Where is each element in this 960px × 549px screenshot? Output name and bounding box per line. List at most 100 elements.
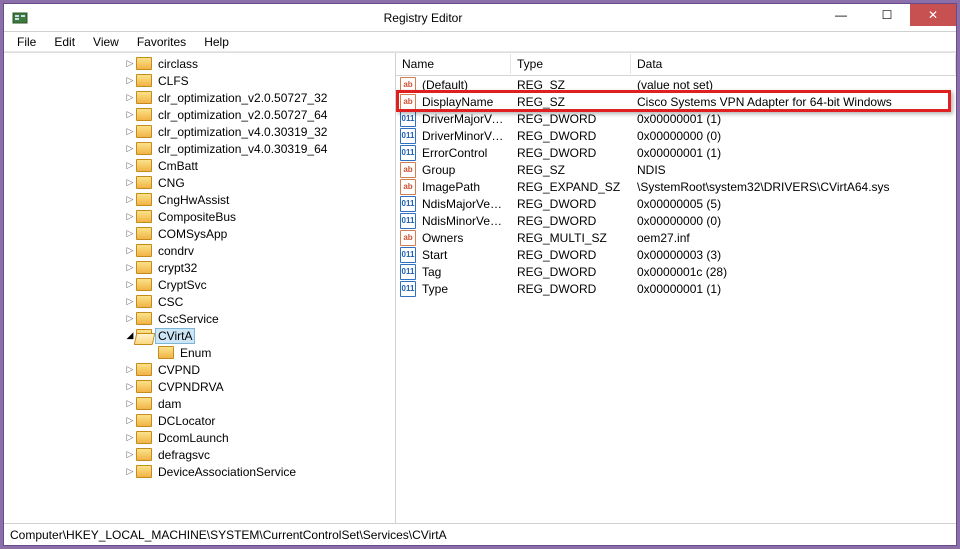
menu-view[interactable]: View bbox=[86, 33, 126, 51]
tree-label: dam bbox=[155, 397, 184, 411]
column-data[interactable]: Data bbox=[631, 54, 956, 74]
tree-item[interactable]: ▷ CVPNDRVA bbox=[6, 378, 393, 395]
tree-item[interactable]: ▷ DcomLaunch bbox=[6, 429, 393, 446]
menu-favorites[interactable]: Favorites bbox=[130, 33, 193, 51]
tree-item[interactable]: ▷clr_optimization_v2.0.50727_32 bbox=[6, 89, 393, 106]
tree-item[interactable]: ▷CmBatt bbox=[6, 157, 393, 174]
value-type: REG_SZ bbox=[511, 95, 631, 109]
titlebar[interactable]: Registry Editor — ☐ ✕ bbox=[4, 4, 956, 32]
tree-item[interactable]: ◢CVirtA bbox=[6, 327, 393, 344]
tree-item[interactable]: ▷condrv bbox=[6, 242, 393, 259]
app-icon bbox=[12, 10, 28, 26]
tree-label: CryptSvc bbox=[155, 278, 210, 292]
tree-item[interactable]: ▷CNG bbox=[6, 174, 393, 191]
value-name: ErrorControl bbox=[416, 146, 511, 160]
column-type[interactable]: Type bbox=[511, 54, 631, 74]
value-name: (Default) bbox=[416, 78, 511, 92]
expand-icon[interactable]: ▷ bbox=[124, 194, 136, 205]
expand-icon[interactable]: ▷ bbox=[124, 381, 136, 392]
expand-icon[interactable]: ▷ bbox=[124, 415, 136, 426]
value-name: Start bbox=[416, 248, 511, 262]
expand-icon[interactable]: ▷ bbox=[124, 160, 136, 171]
value-type: REG_DWORD bbox=[511, 265, 631, 279]
tree-label: CVPNDRVA bbox=[155, 380, 227, 394]
expand-icon[interactable]: ▷ bbox=[124, 92, 136, 103]
tree-item[interactable]: ▷ dam bbox=[6, 395, 393, 412]
registry-value-row[interactable]: abDisplayNameREG_SZCisco Systems VPN Ada… bbox=[396, 93, 956, 110]
close-button[interactable]: ✕ bbox=[910, 4, 956, 26]
folder-icon bbox=[136, 278, 152, 291]
tree-label: crypt32 bbox=[155, 261, 200, 275]
list-pane[interactable]: Name Type Data ab(Default)REG_SZ(value n… bbox=[396, 53, 956, 523]
registry-value-row[interactable]: 011TypeREG_DWORD0x00000001 (1) bbox=[396, 280, 956, 297]
expand-icon[interactable]: ▷ bbox=[124, 126, 136, 137]
tree-item[interactable]: ▷ defragsvc bbox=[6, 446, 393, 463]
tree-item[interactable]: ▷ crypt32 bbox=[6, 259, 393, 276]
tree-item[interactable]: ▷DeviceAssociationService bbox=[6, 463, 393, 480]
tree-label: clr_optimization_v4.0.30319_32 bbox=[155, 125, 330, 139]
registry-editor-window: Registry Editor — ☐ ✕ File Edit View Fav… bbox=[3, 3, 957, 546]
registry-value-row[interactable]: 011NdisMinorVersionREG_DWORD0x00000000 (… bbox=[396, 212, 956, 229]
folder-icon bbox=[136, 380, 152, 393]
menu-help[interactable]: Help bbox=[197, 33, 236, 51]
tree-item[interactable]: ▷ clr_optimization_v4.0.30319_32 bbox=[6, 123, 393, 140]
menu-file[interactable]: File bbox=[10, 33, 43, 51]
tree-item[interactable]: ▷CscService bbox=[6, 310, 393, 327]
expand-icon[interactable]: ▷ bbox=[124, 177, 136, 188]
expand-icon[interactable]: ▷ bbox=[124, 262, 136, 273]
string-value-icon: ab bbox=[400, 94, 416, 110]
content-area: ▷circlass▷CLFS▷clr_optimization_v2.0.507… bbox=[4, 52, 956, 523]
tree-item[interactable]: ▷DCLocator bbox=[6, 412, 393, 429]
expand-icon[interactable]: ▷ bbox=[124, 75, 136, 86]
menu-edit[interactable]: Edit bbox=[47, 33, 82, 51]
statusbar-path: Computer\HKEY_LOCAL_MACHINE\SYSTEM\Curre… bbox=[10, 528, 447, 542]
expand-icon[interactable]: ▷ bbox=[124, 109, 136, 120]
expand-icon[interactable]: ▷ bbox=[124, 211, 136, 222]
folder-icon bbox=[136, 397, 152, 410]
maximize-button[interactable]: ☐ bbox=[864, 4, 910, 26]
expand-icon[interactable]: ▷ bbox=[124, 296, 136, 307]
tree-item[interactable]: ▷CLFS bbox=[6, 72, 393, 89]
tree-item[interactable]: Enum bbox=[6, 344, 393, 361]
expand-icon[interactable]: ▷ bbox=[124, 58, 136, 69]
column-name[interactable]: Name bbox=[396, 54, 511, 74]
expand-icon[interactable]: ▷ bbox=[124, 449, 136, 460]
tree-item[interactable]: ▷circlass bbox=[6, 55, 393, 72]
expand-icon[interactable]: ▷ bbox=[124, 466, 136, 477]
tree-item[interactable]: ▷CSC bbox=[6, 293, 393, 310]
tree-item[interactable]: ▷clr_optimization_v2.0.50727_64 bbox=[6, 106, 393, 123]
tree-label: defragsvc bbox=[155, 448, 213, 462]
expand-icon[interactable]: ▷ bbox=[124, 279, 136, 290]
tree-pane[interactable]: ▷circlass▷CLFS▷clr_optimization_v2.0.507… bbox=[4, 53, 396, 523]
tree-item[interactable]: ▷CompositeBus bbox=[6, 208, 393, 225]
registry-value-row[interactable]: 011DriverMinorVers...REG_DWORD0x00000000… bbox=[396, 127, 956, 144]
registry-value-row[interactable]: ab(Default)REG_SZ(value not set) bbox=[396, 76, 956, 93]
tree-item[interactable]: ▷CngHwAssist bbox=[6, 191, 393, 208]
folder-icon bbox=[136, 312, 152, 325]
registry-value-row[interactable]: 011ErrorControlREG_DWORD0x00000001 (1) bbox=[396, 144, 956, 161]
expand-icon[interactable]: ▷ bbox=[124, 313, 136, 324]
registry-value-row[interactable]: abImagePathREG_EXPAND_SZ\SystemRoot\syst… bbox=[396, 178, 956, 195]
registry-value-row[interactable]: 011DriverMajorVersi...REG_DWORD0x0000000… bbox=[396, 110, 956, 127]
minimize-button[interactable]: — bbox=[818, 4, 864, 26]
expand-icon[interactable]: ▷ bbox=[124, 245, 136, 256]
registry-value-row[interactable]: 011TagREG_DWORD0x0000001c (28) bbox=[396, 263, 956, 280]
registry-value-row[interactable]: abGroupREG_SZNDIS bbox=[396, 161, 956, 178]
tree-label: DcomLaunch bbox=[155, 431, 232, 445]
value-data: 0x00000001 (1) bbox=[631, 112, 956, 126]
expand-icon[interactable]: ▷ bbox=[124, 143, 136, 154]
tree-item[interactable]: ▷COMSysApp bbox=[6, 225, 393, 242]
value-type: REG_DWORD bbox=[511, 129, 631, 143]
tree-item[interactable]: ▷ CryptSvc bbox=[6, 276, 393, 293]
tree-item[interactable]: ▷clr_optimization_v4.0.30319_64 bbox=[6, 140, 393, 157]
registry-value-row[interactable]: 011StartREG_DWORD0x00000003 (3) bbox=[396, 246, 956, 263]
registry-value-row[interactable]: 011NdisMajorVersionREG_DWORD0x00000005 (… bbox=[396, 195, 956, 212]
expand-icon[interactable]: ▷ bbox=[124, 228, 136, 239]
expand-icon[interactable]: ▷ bbox=[124, 432, 136, 443]
expand-icon[interactable]: ▷ bbox=[124, 364, 136, 375]
tree-item[interactable]: ▷CVPND bbox=[6, 361, 393, 378]
value-data: 0x00000001 (1) bbox=[631, 146, 956, 160]
value-data: 0x00000000 (0) bbox=[631, 129, 956, 143]
registry-value-row[interactable]: abOwnersREG_MULTI_SZoem27.inf bbox=[396, 229, 956, 246]
expand-icon[interactable]: ▷ bbox=[124, 398, 136, 409]
